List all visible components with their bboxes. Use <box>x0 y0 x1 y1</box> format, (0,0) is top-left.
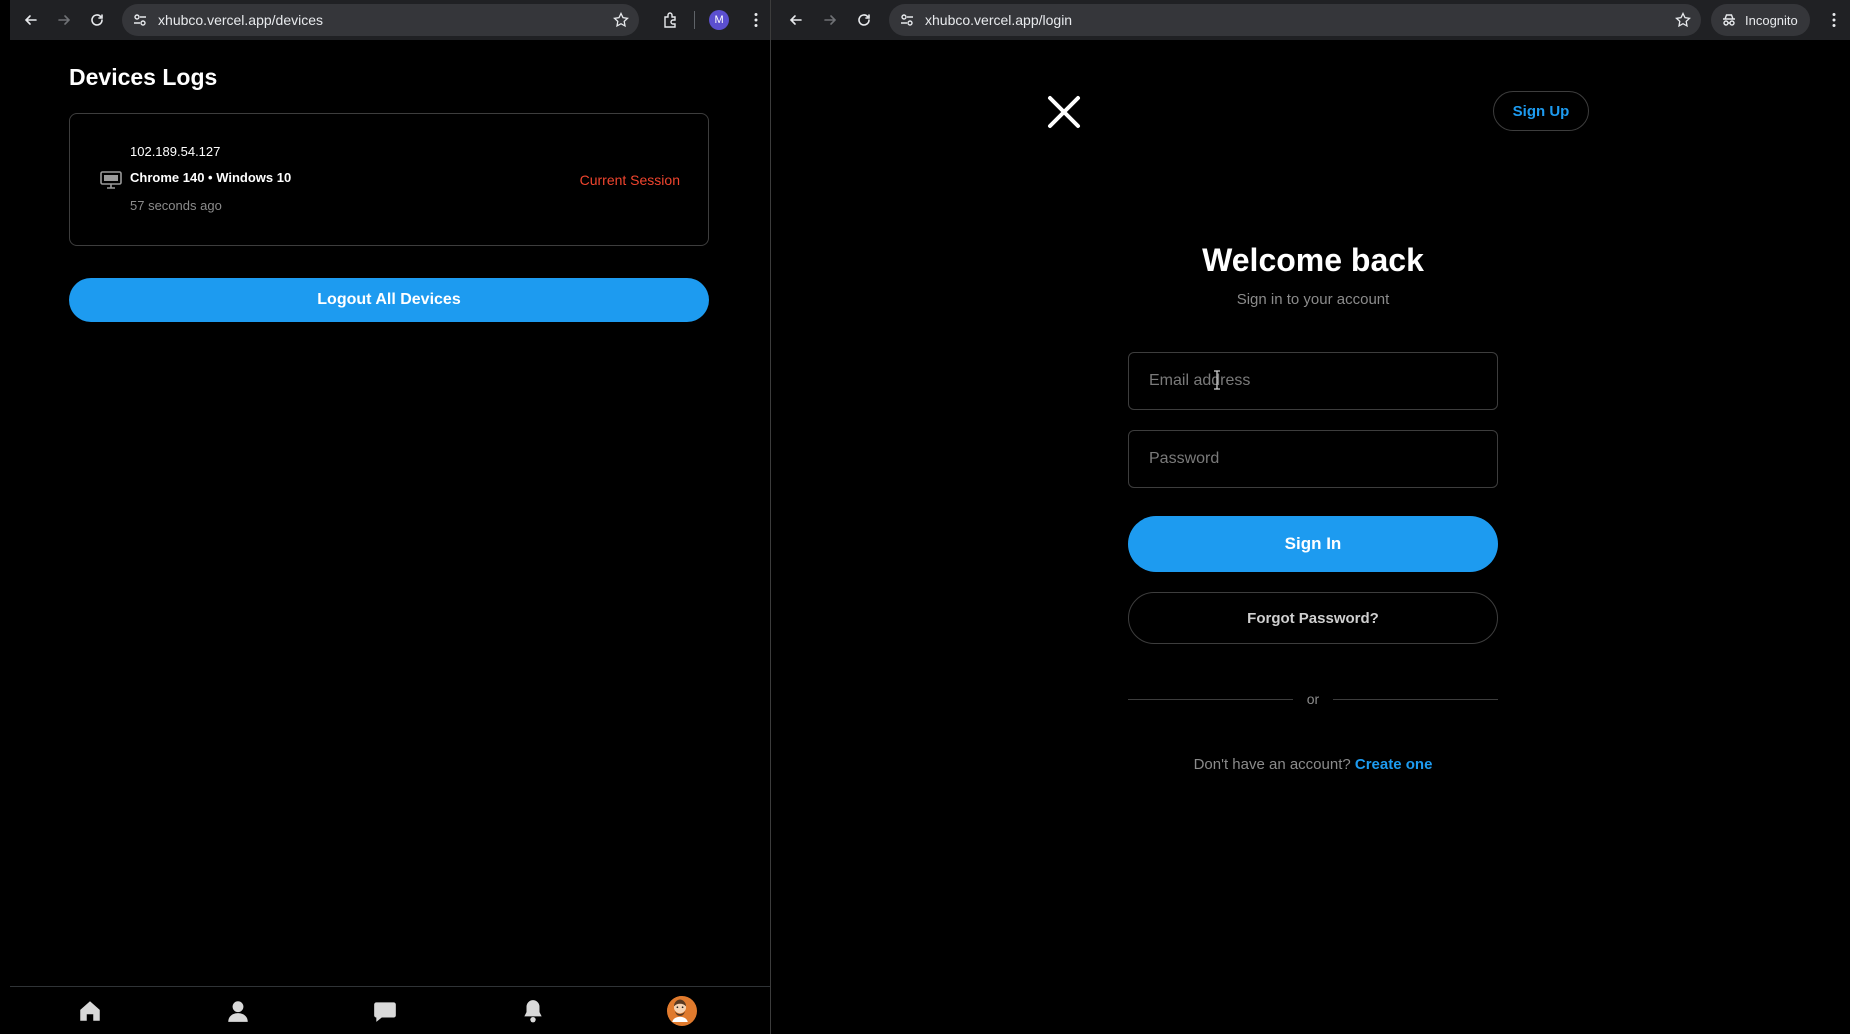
sign-up-button[interactable]: Sign Up <box>1493 91 1589 131</box>
device-card: 102.189.54.127 Chrome 140 • Windows 10 5… <box>69 113 709 246</box>
address-url[interactable]: xhubco.vercel.app/login <box>925 12 1675 28</box>
text-cursor-icon <box>1214 370 1220 390</box>
puzzle-icon <box>664 12 676 28</box>
profile-avatar: M <box>709 10 730 30</box>
nav-home[interactable] <box>74 995 106 1027</box>
chat-icon <box>374 1002 396 1022</box>
create-account-row: Don't have an account? Create one <box>1128 756 1498 773</box>
reload-icon <box>858 14 870 26</box>
kebab-menu-icon <box>1832 13 1836 27</box>
site-info-icon[interactable] <box>899 12 915 28</box>
page-title: Devices Logs <box>69 64 218 90</box>
reload-icon <box>91 14 104 26</box>
bell-icon <box>524 1000 542 1023</box>
bottom-nav <box>10 986 770 1034</box>
forgot-password-button[interactable]: Forgot Password? <box>1128 592 1498 644</box>
forward-arrow-icon <box>824 15 837 25</box>
back-arrow-icon <box>24 15 37 25</box>
sign-in-button[interactable]: Sign In <box>1128 516 1498 572</box>
device-ip: 102.189.54.127 <box>130 144 221 159</box>
window-edge <box>0 0 10 1034</box>
toolbar-separator <box>694 11 696 29</box>
email-field[interactable] <box>1128 352 1498 410</box>
home-icon <box>80 1001 100 1021</box>
device-time: 57 seconds ago <box>130 198 222 213</box>
site-info-icon[interactable] <box>132 12 148 28</box>
divider-line-right <box>1333 699 1498 700</box>
incognito-label: Incognito <box>1745 12 1798 28</box>
address-bar[interactable]: xhubco.vercel.app/devices <box>122 4 640 36</box>
incognito-icon <box>1723 14 1735 26</box>
avatar-face-icon <box>667 996 693 1022</box>
nav-account[interactable] <box>666 995 698 1027</box>
password-field[interactable] <box>1128 430 1498 488</box>
device-name: Chrome 140 • Windows 10 <box>130 170 292 185</box>
browser-toolbar: xhubco.vercel.app/login Incognito <box>771 0 1850 40</box>
profile-icon <box>228 1001 248 1022</box>
no-account-text: Don't have an account? <box>1193 756 1351 773</box>
welcome-subtitle: Sign in to your account <box>1236 291 1390 308</box>
kebab-menu-icon <box>754 13 758 27</box>
browser-window-right: xhubco.vercel.app/login Incognito Sign U… <box>771 0 1850 1034</box>
avatar <box>667 996 697 1026</box>
welcome-title: Welcome back <box>1202 242 1424 278</box>
forward-arrow-icon <box>58 15 71 25</box>
browser-toolbar: xhubco.vercel.app/devices M <box>10 0 770 40</box>
menu-button[interactable] <box>743 6 770 34</box>
browser-window-left: xhubco.vercel.app/devices M Devices Logs… <box>0 0 770 1034</box>
back-button[interactable] <box>18 7 43 33</box>
extensions-button[interactable] <box>657 6 684 34</box>
incognito-indicator[interactable]: Incognito <box>1711 4 1810 36</box>
close-icon[interactable] <box>1044 92 1084 132</box>
profile-button[interactable]: M <box>705 6 732 34</box>
forward-button[interactable] <box>51 7 76 33</box>
or-divider: or <box>1128 690 1498 710</box>
bookmark-star-icon[interactable] <box>1675 12 1691 28</box>
reload-button[interactable] <box>85 7 110 33</box>
nav-messages[interactable] <box>369 995 401 1027</box>
reload-button[interactable] <box>851 7 877 33</box>
menu-button[interactable] <box>1820 6 1848 34</box>
nav-profile[interactable] <box>222 995 254 1027</box>
current-session-badge: Current Session <box>579 172 680 188</box>
address-bar[interactable]: xhubco.vercel.app/login <box>889 4 1701 36</box>
nav-notifications[interactable] <box>517 995 549 1027</box>
create-account-link[interactable]: Create one <box>1355 756 1433 773</box>
forward-button[interactable] <box>817 7 843 33</box>
monitor-icon <box>100 171 122 189</box>
back-button[interactable] <box>783 7 809 33</box>
address-url[interactable]: xhubco.vercel.app/devices <box>158 12 613 28</box>
bookmark-star-icon[interactable] <box>613 12 630 28</box>
back-arrow-icon <box>789 15 802 25</box>
logout-all-devices-button[interactable]: Logout All Devices <box>69 278 709 322</box>
